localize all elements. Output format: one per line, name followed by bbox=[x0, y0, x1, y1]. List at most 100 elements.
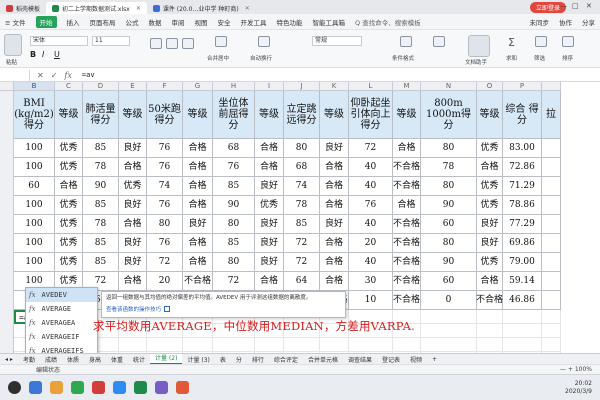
menu-review[interactable]: 审阅 bbox=[172, 17, 185, 27]
table-cell[interactable]: 78.86 bbox=[503, 196, 542, 215]
column-header[interactable]: D bbox=[83, 82, 119, 91]
column-header[interactable]: G bbox=[183, 82, 213, 91]
table-cell[interactable]: 合格 bbox=[320, 234, 349, 253]
table-cell[interactable]: 85 bbox=[83, 139, 119, 158]
table-cell[interactable]: 合格 bbox=[255, 272, 284, 291]
sheet-tab[interactable]: 统计 bbox=[128, 355, 150, 364]
table-cell[interactable]: 不合格 bbox=[393, 234, 421, 253]
table-cell[interactable]: 优秀 bbox=[119, 177, 147, 196]
header-cell[interactable]: BMI (kg/m2) 得分 bbox=[14, 91, 55, 139]
header-cell[interactable]: 拉 bbox=[542, 91, 561, 139]
wps-icon[interactable] bbox=[92, 381, 105, 394]
table-cell[interactable]: 合格 bbox=[183, 253, 213, 272]
table-cell[interactable]: 72 bbox=[284, 253, 320, 272]
table-cell[interactable]: 46.86 bbox=[503, 291, 542, 310]
sheet-tab[interactable]: 综合评定 bbox=[269, 355, 303, 364]
table-cell[interactable]: 60 bbox=[421, 215, 477, 234]
table-cell[interactable]: 76 bbox=[147, 234, 183, 253]
column-header[interactable]: I bbox=[255, 82, 284, 91]
header-cell[interactable]: 等级 bbox=[183, 91, 213, 139]
table-cell[interactable]: 不合格 bbox=[393, 272, 421, 291]
number-format-select[interactable]: 常规 bbox=[312, 36, 362, 46]
bold-icon[interactable]: B bbox=[30, 50, 38, 61]
table-cell[interactable]: 72 bbox=[284, 234, 320, 253]
empty-cell[interactable] bbox=[542, 310, 561, 324]
table-cell[interactable]: 20 bbox=[147, 272, 183, 291]
insert-function-icon[interactable]: fx bbox=[64, 71, 71, 80]
table-cell[interactable]: 优秀 bbox=[477, 177, 503, 196]
menu-features[interactable]: 特色功能 bbox=[277, 17, 303, 27]
table-cell[interactable]: 优秀 bbox=[55, 139, 83, 158]
function-tips-link[interactable]: 查看该函数的操作技巧 bbox=[106, 305, 341, 313]
browser-icon[interactable] bbox=[29, 381, 42, 394]
font-name-select[interactable]: 宋体 bbox=[30, 36, 88, 46]
sheet-tab[interactable]: 排行 bbox=[247, 355, 269, 364]
column-header[interactable]: J bbox=[284, 82, 320, 91]
table-cell[interactable]: 合格 bbox=[320, 158, 349, 177]
header-cell[interactable]: 等级 bbox=[55, 91, 83, 139]
table-style-icon[interactable] bbox=[433, 36, 445, 47]
table-cell[interactable]: 80 bbox=[421, 177, 477, 196]
table-cell[interactable]: 合格 bbox=[393, 139, 421, 158]
cancel-formula-icon[interactable]: ✕ bbox=[37, 71, 44, 80]
header-cell[interactable]: 等级 bbox=[393, 91, 421, 139]
tab-workbook[interactable]: 初二上学期数据测试.xlsx ✕ bbox=[46, 2, 147, 14]
menu-insert[interactable]: 插入 bbox=[67, 17, 80, 27]
add-sheet-icon[interactable]: + bbox=[427, 356, 442, 363]
column-header[interactable]: P bbox=[503, 82, 542, 91]
confirm-formula-icon[interactable]: ✓ bbox=[51, 71, 58, 80]
table-cell[interactable]: 0 bbox=[421, 291, 477, 310]
table-cell[interactable] bbox=[542, 177, 561, 196]
table-cell[interactable]: 85 bbox=[83, 253, 119, 272]
empty-cell[interactable] bbox=[183, 338, 213, 352]
table-cell[interactable]: 良好 bbox=[255, 253, 284, 272]
wechat-icon[interactable] bbox=[71, 381, 84, 394]
table-cell[interactable]: 不合格 bbox=[393, 215, 421, 234]
table-cell[interactable]: 合格 bbox=[477, 158, 503, 177]
table-cell[interactable]: 优秀 bbox=[55, 158, 83, 177]
table-cell[interactable]: 68 bbox=[284, 158, 320, 177]
table-cell[interactable] bbox=[542, 215, 561, 234]
table-cell[interactable]: 不合格 bbox=[393, 177, 421, 196]
menu-smart-tools[interactable]: 智能工具箱 bbox=[313, 17, 346, 27]
table-cell[interactable]: 合格 bbox=[183, 139, 213, 158]
empty-cell[interactable] bbox=[542, 324, 561, 338]
table-cell[interactable]: 不合格 bbox=[393, 291, 421, 310]
empty-cell[interactable] bbox=[255, 338, 284, 352]
underline-icon[interactable]: U bbox=[54, 50, 62, 61]
empty-cell[interactable] bbox=[503, 338, 542, 352]
table-cell[interactable]: 合格 bbox=[119, 158, 147, 177]
sheet-tab[interactable]: 调查结果 bbox=[343, 355, 377, 364]
table-cell[interactable]: 合格 bbox=[477, 272, 503, 291]
table-cell[interactable]: 良好 bbox=[255, 177, 284, 196]
empty-cell[interactable] bbox=[542, 338, 561, 352]
sum-icon[interactable]: Σ bbox=[508, 36, 520, 49]
table-cell[interactable] bbox=[542, 158, 561, 177]
menu-formulas[interactable]: 公式 bbox=[126, 17, 139, 27]
table-cell[interactable]: 85 bbox=[213, 177, 255, 196]
conditional-format-icon[interactable] bbox=[400, 36, 412, 47]
table-cell[interactable]: 59.14 bbox=[503, 272, 542, 291]
recorder-icon[interactable] bbox=[176, 381, 189, 394]
table-cell[interactable]: 良好 bbox=[477, 215, 503, 234]
table-cell[interactable]: 80 bbox=[213, 215, 255, 234]
table-cell[interactable]: 100 bbox=[14, 215, 55, 234]
table-cell[interactable]: 良好 bbox=[119, 139, 147, 158]
table-cell[interactable]: 良好 bbox=[183, 215, 213, 234]
table-cell[interactable]: 74 bbox=[284, 177, 320, 196]
table-cell[interactable]: 良好 bbox=[119, 253, 147, 272]
table-cell[interactable]: 69.86 bbox=[503, 234, 542, 253]
align-center-icon[interactable] bbox=[166, 38, 178, 49]
empty-cell[interactable] bbox=[477, 338, 503, 352]
table-cell[interactable]: 40 bbox=[349, 158, 393, 177]
table-cell[interactable]: 90 bbox=[213, 196, 255, 215]
table-cell[interactable]: 90 bbox=[83, 177, 119, 196]
header-cell[interactable]: 800m 1000m得分 bbox=[421, 91, 477, 139]
table-cell[interactable]: 72 bbox=[147, 253, 183, 272]
table-cell[interactable]: 合格 bbox=[183, 234, 213, 253]
table-cell[interactable]: 合格 bbox=[119, 272, 147, 291]
autocomplete-item[interactable]: fx AVERAGEA bbox=[26, 316, 97, 330]
table-cell[interactable]: 78 bbox=[421, 158, 477, 177]
table-cell[interactable]: 合格 bbox=[255, 139, 284, 158]
table-cell[interactable]: 良好 bbox=[255, 234, 284, 253]
